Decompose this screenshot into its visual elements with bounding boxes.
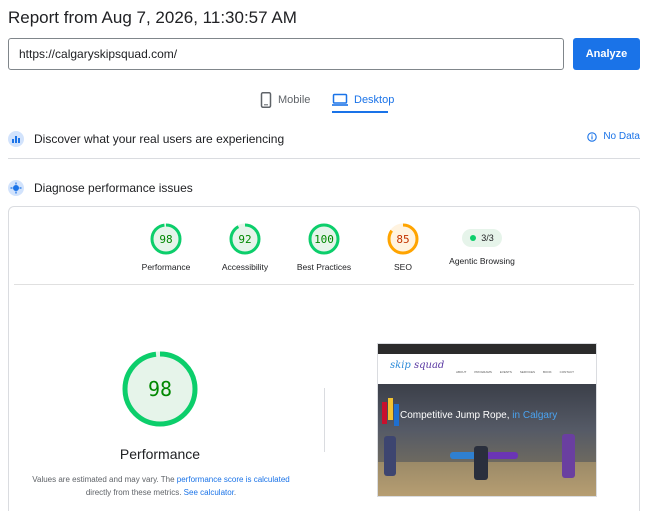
score-label-best-practices: Best Practices [296,262,352,272]
screenshot-hero: Competitive Jump Rope, in Calgary [378,384,596,496]
screenshot-person-2 [474,446,488,480]
real-users-section: Discover what your real users are experi… [8,127,640,151]
footnote-text-1: Values are estimated and may vary. The [32,475,177,484]
screenshot-logo: skip squad [390,360,445,371]
page-screenshot-thumbnail: skip squad ABOUT PROGRAMS EVENTS SERVICE… [377,343,597,497]
screenshot-flags [382,392,402,442]
tab-desktop-label: Desktop [354,94,395,106]
footnote-text-3: . [233,488,237,497]
agentic-label: Agentic Browsing [449,256,515,266]
device-tabs: Mobile Desktop [0,86,650,116]
url-input[interactable] [8,38,564,70]
score-value-seo: 85 [396,233,409,246]
score-value-best-practices: 100 [314,233,334,246]
score-value-performance: 98 [159,233,172,246]
diagnose-icon [8,180,24,196]
diagnose-label: Diagnose performance issues [34,181,193,195]
score-label-accessibility: Accessibility [221,262,269,272]
screenshot-menu: ABOUT PROGRAMS EVENTS SERVICES BOOK CONT… [456,370,574,374]
real-users-label: Discover what your real users are experi… [34,132,285,146]
desktop-icon [332,93,348,106]
score-value-accessibility: 92 [238,233,251,246]
users-chart-icon [8,131,24,147]
main-performance-gauge: 98 [122,351,198,427]
screenshot-person-1 [384,436,396,476]
score-label-seo: SEO [394,262,412,272]
card-divider [14,284,634,285]
phone-icon [260,92,272,108]
score-ring-performance: 98 [150,223,182,255]
screenshot-nav: skip squad ABOUT PROGRAMS EVENTS SERVICE… [378,354,596,384]
main-score-value: 98 [148,377,172,401]
section-divider [8,158,640,159]
score-agentic-browsing[interactable]: 3/3 Agentic Browsing [437,222,527,266]
score-ring-best-practices: 100 [308,223,340,255]
pass-dot-icon [470,235,477,241]
no-data-indicator[interactable]: No Data [587,131,640,142]
agentic-pill: 3/3 [462,229,502,247]
agentic-value: 3/3 [481,233,494,243]
tab-active-indicator [332,111,388,113]
score-ring-accessibility: 92 [229,223,261,255]
screenshot-person-3 [562,434,575,478]
score-accessibility[interactable]: 92 Accessibility [200,222,290,272]
see-calculator-link[interactable]: See calculator [184,488,234,497]
score-seo[interactable]: 85 SEO [358,222,448,272]
diagnose-section: Diagnose performance issues [8,176,640,200]
score-ring-seo: 85 [387,223,419,255]
info-icon [587,131,598,142]
screenshot-button-2 [484,452,518,459]
tab-mobile[interactable]: Mobile [260,86,310,114]
score-footnote: Values are estimated and may vary. The p… [20,473,302,499]
analyze-button[interactable]: Analyze [573,38,640,70]
tab-mobile-label: Mobile [278,94,311,106]
report-title: Report from Aug 7, 2026, 11:30:57 AM [8,8,297,27]
vertical-divider [324,388,325,452]
main-score-label: Performance [119,446,201,462]
score-label-performance: Performance [141,262,191,272]
score-best-practices[interactable]: 100 Best Practices [279,222,369,272]
score-performance[interactable]: 98 Performance [121,222,211,272]
footnote-text-2: directly from these metrics. [85,488,184,497]
score-calculation-link[interactable]: performance score is calculated [177,475,290,484]
screenshot-headline: Competitive Jump Rope, in Calgary [400,410,558,421]
screenshot-top-bar [378,344,596,354]
tab-desktop[interactable]: Desktop [332,86,394,114]
no-data-text: No Data [603,131,640,142]
